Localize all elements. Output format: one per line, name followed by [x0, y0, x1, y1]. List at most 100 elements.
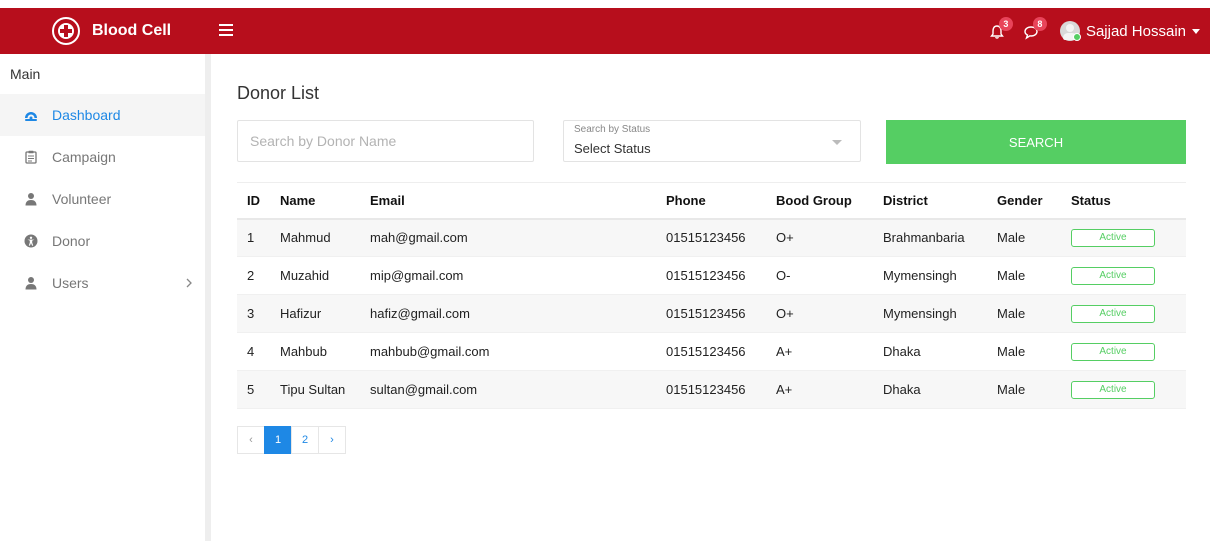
cell-district: Mymensingh: [873, 294, 987, 333]
cell-status: Active: [1061, 294, 1186, 333]
column-header-district[interactable]: District: [873, 182, 987, 220]
cell-district: Dhaka: [873, 370, 987, 409]
dashboard-icon: [24, 108, 38, 122]
table-row[interactable]: 5 Tipu Sultan sultan@gmail.com 015151234…: [237, 370, 1186, 409]
sidebar-item-users[interactable]: Users: [0, 262, 205, 304]
cell-phone: 01515123456: [656, 294, 766, 333]
cell-email: sultan@gmail.com: [360, 370, 656, 409]
sidebar-item-donor[interactable]: Donor: [0, 220, 205, 262]
cell-name: Mahmud: [270, 218, 360, 257]
header-actions: 3 8 Sajjad Hossain: [988, 8, 1200, 54]
cell-email: mah@gmail.com: [360, 218, 656, 257]
notifications-count-badge: 3: [998, 17, 1013, 31]
cell-id: 5: [237, 370, 270, 409]
cell-status: Active: [1061, 218, 1186, 257]
pagination: ‹ 1 2 ›: [237, 426, 346, 454]
column-header-gender[interactable]: Gender: [987, 182, 1061, 220]
pagination-page-1[interactable]: 1: [264, 426, 292, 454]
pagination-prev-button[interactable]: ‹: [237, 426, 265, 454]
status-filter-label: Search by Status: [574, 124, 651, 135]
chevron-right-icon: [185, 276, 193, 292]
cell-blood-group: O-: [766, 256, 873, 295]
cell-district: Mymensingh: [873, 256, 987, 295]
avatar: [1059, 21, 1081, 41]
table-row[interactable]: 2 Muzahid mip@gmail.com 01515123456 O- M…: [237, 256, 1186, 295]
messages-chat-icon[interactable]: 8: [1022, 17, 1047, 42]
cell-district: Dhaka: [873, 332, 987, 371]
column-header-id[interactable]: ID: [237, 182, 270, 220]
cell-gender: Male: [987, 332, 1061, 371]
cell-phone: 01515123456: [656, 256, 766, 295]
notifications-bell-icon[interactable]: 3: [988, 17, 1013, 42]
sidebar-item-campaign[interactable]: Campaign: [0, 136, 205, 178]
pagination-next-button[interactable]: ›: [318, 426, 346, 454]
column-header-email[interactable]: Email: [360, 182, 656, 220]
medical-cross-logo-icon: [52, 17, 80, 45]
donor-name-search-input[interactable]: [237, 120, 534, 162]
table-row[interactable]: 4 Mahbub mahbub@gmail.com 01515123456 A+…: [237, 332, 1186, 371]
pagination-page-2[interactable]: 2: [291, 426, 319, 454]
cell-blood-group: A+: [766, 332, 873, 371]
top-navbar: Blood Cell 3 8 Sajjad Hossain: [0, 8, 1210, 54]
cell-status: Active: [1061, 332, 1186, 371]
column-header-blood-group[interactable]: Bood Group: [766, 182, 873, 220]
sidebar-item-label: Donor: [52, 233, 91, 249]
cell-id: 3: [237, 294, 270, 333]
cell-gender: Male: [987, 294, 1061, 333]
cell-gender: Male: [987, 370, 1061, 409]
table-row[interactable]: 1 Mahmud mah@gmail.com 01515123456 O+ Br…: [237, 218, 1186, 257]
cell-email: mip@gmail.com: [360, 256, 656, 295]
sidebar: Main Dashboard Campaign Volunteer Donor …: [0, 54, 211, 541]
cell-district: Brahmanbaria: [873, 218, 987, 257]
sidebar-item-label: Users: [52, 275, 89, 291]
cell-blood-group: O+: [766, 294, 873, 333]
page-title: Donor List: [237, 83, 320, 103]
cell-name: Tipu Sultan: [270, 370, 360, 409]
sidebar-item-label: Dashboard: [52, 107, 121, 123]
user-icon: [24, 192, 38, 206]
accessibility-icon: [24, 234, 38, 248]
status-badge[interactable]: Active: [1071, 381, 1155, 399]
table-row[interactable]: 3 Hafizur hafiz@gmail.com 01515123456 O+…: [237, 294, 1186, 333]
user-icon: [24, 276, 38, 290]
cell-status: Active: [1061, 370, 1186, 409]
donor-table: ID Name Email Phone Bood Group District …: [237, 182, 1186, 409]
dropdown-arrow-icon: [832, 140, 842, 145]
sidebar-item-dashboard[interactable]: Dashboard: [0, 94, 205, 136]
user-menu[interactable]: Sajjad Hossain: [1059, 21, 1200, 41]
status-badge[interactable]: Active: [1071, 343, 1155, 361]
cell-name: Mahbub: [270, 332, 360, 371]
cell-blood-group: O+: [766, 218, 873, 257]
cell-phone: 01515123456: [656, 218, 766, 257]
caret-down-icon: [1192, 28, 1200, 34]
main-content: Donor List Search by Status Select Statu…: [211, 54, 1210, 541]
online-status-dot: [1072, 33, 1081, 41]
hamburger-menu-icon[interactable]: [219, 23, 233, 37]
status-badge[interactable]: Active: [1071, 305, 1155, 323]
user-name: Sajjad Hossain: [1085, 22, 1186, 40]
cell-email: mahbub@gmail.com: [360, 332, 656, 371]
sidebar-item-volunteer[interactable]: Volunteer: [0, 178, 205, 220]
cell-phone: 01515123456: [656, 332, 766, 371]
cell-id: 4: [237, 332, 270, 371]
cell-name: Muzahid: [270, 256, 360, 295]
status-badge[interactable]: Active: [1071, 229, 1155, 248]
cell-gender: Male: [987, 218, 1061, 257]
cell-phone: 01515123456: [656, 370, 766, 409]
brand[interactable]: Blood Cell: [52, 8, 171, 54]
cell-status: Active: [1061, 256, 1186, 295]
column-header-phone[interactable]: Phone: [656, 182, 766, 220]
status-filter-select[interactable]: Search by Status Select Status: [563, 120, 861, 162]
cell-email: hafiz@gmail.com: [360, 294, 656, 333]
cell-id: 2: [237, 256, 270, 295]
brand-name: Blood Cell: [92, 22, 172, 39]
cell-gender: Male: [987, 256, 1061, 295]
column-header-name[interactable]: Name: [270, 182, 360, 220]
sidebar-heading: Main: [10, 66, 41, 82]
clipboard-icon: [24, 150, 38, 164]
search-button[interactable]: SEARCH: [886, 120, 1186, 164]
status-badge[interactable]: Active: [1071, 267, 1155, 285]
messages-count-badge: 8: [1032, 17, 1047, 31]
column-header-status[interactable]: Status: [1061, 182, 1186, 220]
status-filter-value: Select Status: [574, 141, 651, 156]
